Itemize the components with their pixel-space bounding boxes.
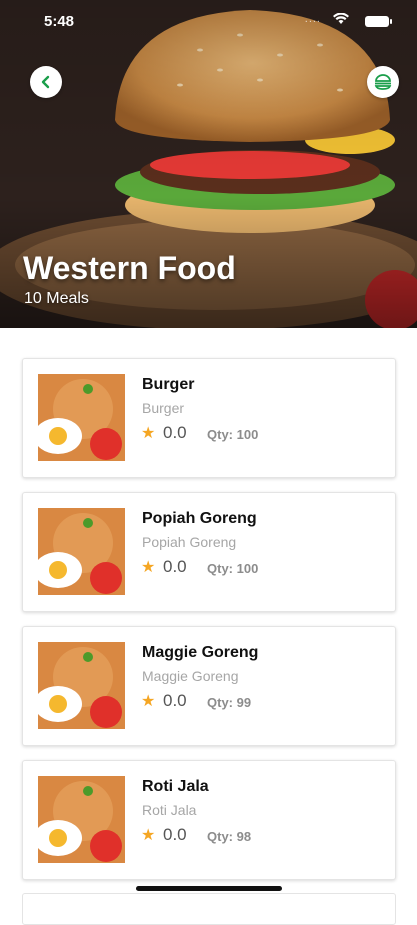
meal-card[interactable]: Roti Jala Roti Jala ★ 0.0 Qty: 98 [22, 760, 396, 880]
meal-card[interactable]: Maggie Goreng Maggie Goreng ★ 0.0 Qty: 9… [22, 626, 396, 746]
star-icon: ★ [141, 425, 156, 442]
meal-subtitle: Maggie Goreng [142, 668, 239, 684]
meal-name: Popiah Goreng [142, 510, 257, 527]
status-time: 5:48 [44, 13, 75, 30]
meal-rating: 0.0 [163, 423, 187, 442]
meal-quantity: Qty: 100 [207, 427, 259, 442]
status-bar: 5:48 .... [0, 0, 417, 40]
meal-subtitle: Roti Jala [142, 802, 197, 818]
star-icon: ★ [141, 559, 156, 576]
meal-count: 10 Meals [24, 290, 89, 307]
category-hero-image: 5:48 .... Western Food 10 Meals [0, 0, 417, 328]
meal-thumbnail [38, 776, 125, 863]
meal-thumbnail [38, 508, 125, 595]
meal-thumbnail [38, 642, 125, 729]
wifi-icon [333, 12, 349, 28]
food-menu-icon [374, 74, 392, 90]
meal-name: Maggie Goreng [142, 644, 259, 661]
signal-icon: .... [304, 13, 321, 25]
meal-subtitle: Burger [142, 400, 185, 416]
meal-quantity: Qty: 98 [207, 829, 252, 844]
meal-card[interactable]: Burger Burger ★ 0.0 Qty: 100 [22, 358, 396, 478]
meal-rating: 0.0 [163, 557, 187, 576]
meal-rating: 0.0 [163, 691, 187, 710]
star-icon: ★ [141, 693, 156, 710]
meal-quantity: Qty: 100 [207, 561, 259, 576]
meal-rating: 0.0 [163, 825, 187, 844]
meal-subtitle: Popiah Goreng [142, 534, 237, 550]
category-title: Western Food [23, 250, 236, 286]
meal-quantity: Qty: 99 [207, 695, 252, 710]
meal-card[interactable]: Popiah Goreng Popiah Goreng ★ 0.0 Qty: 1… [22, 492, 396, 612]
meal-name: Roti Jala [142, 778, 209, 795]
meal-card-partial[interactable] [22, 893, 396, 925]
star-icon: ★ [141, 827, 156, 844]
meal-name: Burger [142, 376, 195, 393]
meal-thumbnail [38, 374, 125, 461]
food-menu-button[interactable] [367, 66, 399, 98]
back-button[interactable] [30, 66, 62, 98]
battery-icon [365, 16, 392, 27]
chevron-left-icon [41, 75, 50, 89]
home-indicator[interactable] [136, 886, 282, 891]
